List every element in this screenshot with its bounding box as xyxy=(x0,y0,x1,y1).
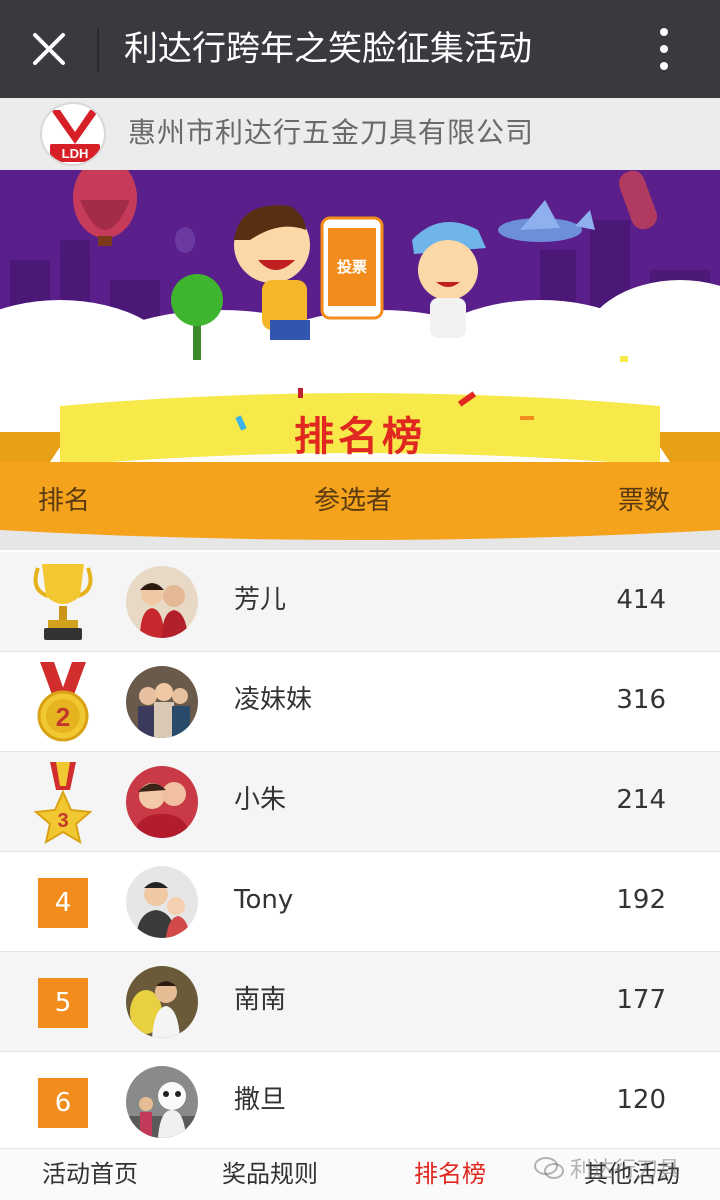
rank-column-header: 排名 xyxy=(38,486,91,516)
ranking-row[interactable]: 4 Tony 192 xyxy=(0,852,720,952)
contestant-name: Tony xyxy=(234,885,294,915)
avatar[interactable] xyxy=(126,1066,198,1138)
vote-label: 投票 xyxy=(337,258,367,276)
top-bar: 利达行跨年之笑脸征集活动 xyxy=(0,0,720,98)
contestant-name: 撒旦 xyxy=(234,1085,287,1115)
svg-text:2: 2 xyxy=(56,702,70,732)
company-logo[interactable]: LDH xyxy=(40,102,106,166)
ranking-row[interactable]: 6 撒旦 120 xyxy=(0,1052,720,1152)
contestant-name: 凌妹妹 xyxy=(234,685,313,715)
trophy-icon xyxy=(28,560,98,644)
nav-leaderboard[interactable]: 排名榜 xyxy=(414,1157,486,1191)
rank-number-badge: 6 xyxy=(38,1078,88,1128)
contestant-name: 南南 xyxy=(234,985,287,1015)
star-medal-icon: 3 xyxy=(28,760,98,845)
vote-count: 316 xyxy=(616,685,666,715)
vote-phone: 投票 xyxy=(320,216,384,320)
nav-prize-rules[interactable]: 奖品规则 xyxy=(222,1157,318,1191)
contestant-name: 芳儿 xyxy=(234,585,287,615)
vote-count: 414 xyxy=(616,585,666,615)
watermark-text: 利达行刀具 xyxy=(570,1158,681,1183)
vote-count: 192 xyxy=(616,885,666,915)
avatar[interactable] xyxy=(126,866,198,938)
contestant-name: 小朱 xyxy=(234,785,287,815)
page-title: 利达行跨年之笑脸征集活动 xyxy=(124,29,532,69)
vote-count: 214 xyxy=(616,785,666,815)
more-options-button[interactable] xyxy=(640,22,688,76)
contestant-column-header: 参选者 xyxy=(314,486,393,516)
avatar[interactable] xyxy=(126,766,198,838)
watermark: 利达行刀具 xyxy=(534,1148,720,1188)
avatar[interactable] xyxy=(126,666,198,738)
more-vertical-icon xyxy=(660,28,668,36)
close-icon xyxy=(33,33,65,65)
close-button[interactable] xyxy=(22,22,76,76)
ranking-row[interactable]: 5 南南 177 xyxy=(0,952,720,1052)
topbar-divider xyxy=(97,28,99,72)
avatar[interactable] xyxy=(126,966,198,1038)
svg-text:3: 3 xyxy=(57,810,68,832)
rank-number-badge: 5 xyxy=(38,978,88,1028)
wechat-icon xyxy=(534,1157,564,1179)
leaderboard-title: 排名榜 xyxy=(294,414,426,460)
nav-home[interactable]: 活动首页 xyxy=(42,1157,138,1191)
vote-count: 120 xyxy=(616,1085,666,1115)
logo-text: LDH xyxy=(62,146,89,161)
ranking-row[interactable]: 2 凌妹妹 316 xyxy=(0,652,720,752)
ranking-row[interactable]: 芳儿 414 xyxy=(0,552,720,652)
company-name[interactable]: 惠州市利达行五金刀具有限公司 xyxy=(128,114,534,152)
ranking-list: 芳儿 414 2 凌妹妹 316 3 小朱 214 4 Tony 192 5 南… xyxy=(0,552,720,1152)
ranking-row[interactable]: 3 小朱 214 xyxy=(0,752,720,852)
vote-count: 177 xyxy=(616,985,666,1015)
avatar[interactable] xyxy=(126,566,198,638)
rank-number-badge: 4 xyxy=(38,878,88,928)
medal-icon: 2 xyxy=(28,660,98,744)
votes-column-header: 票数 xyxy=(618,486,671,516)
